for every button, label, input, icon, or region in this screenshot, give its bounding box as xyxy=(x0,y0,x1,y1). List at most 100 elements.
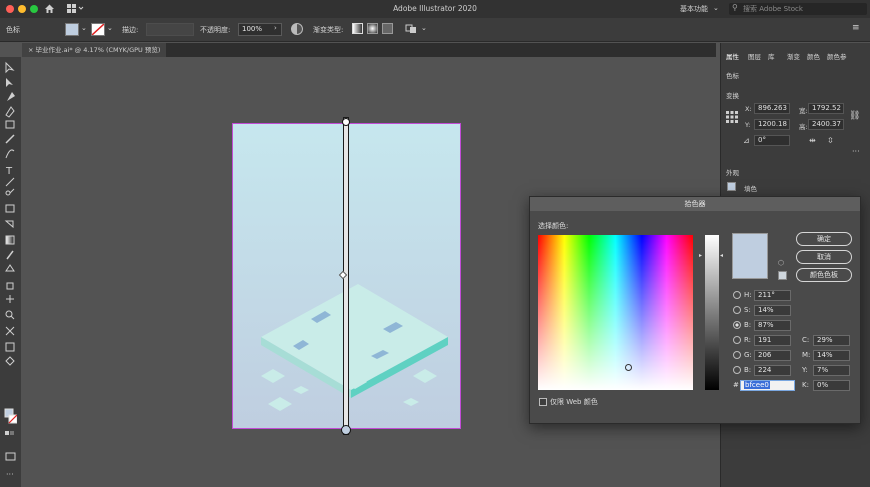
svg-text:···: ··· xyxy=(6,470,14,479)
recolor-icon[interactable] xyxy=(291,23,303,35)
fill-swatch[interactable] xyxy=(65,23,79,36)
brightness-label: B: xyxy=(744,321,752,329)
chevron-down-icon[interactable]: ⌄ xyxy=(107,24,113,32)
hue-radio[interactable] xyxy=(733,291,741,299)
select-color-label: 选择颜色: xyxy=(538,222,569,230)
w-label: 宽: xyxy=(799,107,808,115)
color-field-cursor[interactable] xyxy=(625,364,632,371)
tab-gradient[interactable]: 渐变 xyxy=(787,51,800,61)
close-window-button[interactable] xyxy=(6,5,14,13)
y-input[interactable]: 1200.18 xyxy=(754,119,790,130)
saturation-radio[interactable] xyxy=(733,306,741,314)
search-input[interactable]: 搜索 Adobe Stock xyxy=(743,4,803,14)
h-input[interactable]: 2400.37 xyxy=(808,119,844,130)
maximize-window-button[interactable] xyxy=(30,5,38,13)
cyan-input[interactable]: 29% xyxy=(813,335,850,346)
stroke-label: 描边: xyxy=(122,26,139,34)
flip-horizontal-icon[interactable]: ⇹ xyxy=(809,136,816,145)
radial-gradient-button[interactable] xyxy=(367,23,378,34)
w-input[interactable]: 1792.52 xyxy=(808,103,844,114)
saturation-input[interactable]: 14% xyxy=(754,305,791,316)
slider-left-arrow[interactable]: ▸ xyxy=(699,252,702,259)
red-radio[interactable] xyxy=(733,336,741,344)
gradient-end-handle[interactable] xyxy=(341,425,351,435)
blue-radio[interactable] xyxy=(733,366,741,374)
green-radio[interactable] xyxy=(733,351,741,359)
brightness-radio[interactable] xyxy=(733,321,741,329)
new-color-preview xyxy=(732,233,768,279)
yellow-label: Y: xyxy=(802,366,808,374)
gradient-start-handle[interactable] xyxy=(342,118,350,126)
black-input[interactable]: 0% xyxy=(813,380,850,391)
tab-properties[interactable]: 属性 xyxy=(726,51,739,61)
blue-input[interactable]: 224 xyxy=(754,365,791,376)
hex-label: # xyxy=(733,381,739,389)
red-row: R: xyxy=(733,334,751,346)
panel-tabs: 属性 图层 库 渐变 颜色 颜色参 xyxy=(721,49,870,63)
cancel-button[interactable]: 取消 xyxy=(796,250,852,264)
slider-right-arrow[interactable]: ◂ xyxy=(720,252,723,259)
control-bar: 色标 ⌄ ⌄ 描边: 不透明度: 100% › 渐变类型: ⌄ ≡ xyxy=(0,18,870,42)
document-tab[interactable]: × 毕业作业.ai* @ 4.17% (CMYK/GPU 预览) xyxy=(22,43,167,57)
magenta-input[interactable]: 14% xyxy=(813,350,850,361)
svg-text:T: T xyxy=(5,166,13,177)
blue-label: B: xyxy=(744,366,752,374)
link-proportions-icon[interactable]: ⛓ xyxy=(849,111,860,121)
saturation-row: S: xyxy=(733,304,751,316)
chevron-right-icon[interactable]: › xyxy=(274,24,277,32)
hex-selection: bfcee0 xyxy=(744,381,770,389)
flip-vertical-icon[interactable]: ⇳ xyxy=(827,136,834,145)
brightness-input[interactable]: 87% xyxy=(754,320,791,331)
minimize-window-button[interactable] xyxy=(18,5,26,13)
chevron-down-icon[interactable]: ⌄ xyxy=(713,4,719,12)
angle-input[interactable]: 0° xyxy=(754,135,790,146)
red-input[interactable]: 191 xyxy=(754,335,791,346)
arrange-icon[interactable] xyxy=(405,23,418,34)
saturation-label: S: xyxy=(744,306,751,314)
brightness-row: B: xyxy=(733,319,751,331)
green-input[interactable]: 206 xyxy=(754,350,791,361)
tab-libraries[interactable]: 库 xyxy=(768,51,775,61)
stock-search-box[interactable]: ⚲ 搜索 Adobe Stock xyxy=(729,3,867,15)
out-of-gamut-icon[interactable]: ⬡ xyxy=(778,259,784,267)
workspace-layout-icon[interactable] xyxy=(67,4,85,14)
workspace-switcher[interactable]: 基本功能 xyxy=(680,4,708,14)
search-icon: ⚲ xyxy=(732,3,738,12)
red-label: R: xyxy=(744,336,752,344)
blue-row: B: xyxy=(733,364,751,376)
web-only-checkbox[interactable] xyxy=(539,398,547,406)
web-safe-swatch[interactable] xyxy=(778,271,787,280)
ok-button[interactable]: 确定 xyxy=(796,232,852,246)
gradient-type-label: 渐变类型: xyxy=(313,26,344,34)
stroke-none-swatch[interactable] xyxy=(91,23,105,36)
hue-label: H: xyxy=(744,291,752,299)
x-input[interactable]: 896.263 xyxy=(754,103,790,114)
chevron-down-icon[interactable]: ⌄ xyxy=(421,24,427,32)
tab-color-guide[interactable]: 颜色参 xyxy=(827,51,847,61)
tab-color[interactable]: 颜色 xyxy=(807,51,820,61)
close-tab-icon[interactable]: × xyxy=(28,46,36,54)
menu-icon[interactable]: ≡ xyxy=(852,23,860,33)
title-bar: Adobe Illustrator 2020 基本功能 ⌄ ⚲ 搜索 Adobe… xyxy=(0,0,870,18)
stroke-weight-input[interactable] xyxy=(146,23,194,36)
reference-point-icon[interactable] xyxy=(726,111,738,123)
color-swatches-button[interactable]: 颜色色板 xyxy=(796,268,852,282)
more-options-icon[interactable]: ··· xyxy=(852,147,860,156)
home-icon[interactable] xyxy=(44,3,55,14)
hex-input[interactable]: bfcee0 xyxy=(740,380,795,391)
hue-input[interactable]: 211° xyxy=(754,290,791,301)
chevron-down-icon[interactable]: ⌄ xyxy=(81,24,87,32)
color-field[interactable] xyxy=(538,235,693,390)
x-label: X: xyxy=(745,105,752,113)
yellow-input[interactable]: 7% xyxy=(813,365,850,376)
linear-gradient-button[interactable] xyxy=(352,23,363,34)
green-label: G: xyxy=(744,351,752,359)
tab-layers[interactable]: 图层 xyxy=(748,51,761,61)
fill-swatch[interactable] xyxy=(727,182,736,191)
black-label: K: xyxy=(802,381,809,389)
value-slider[interactable] xyxy=(705,235,719,390)
hue-row: H: xyxy=(733,289,752,301)
opacity-label: 不透明度: xyxy=(200,26,231,34)
freeform-gradient-button[interactable] xyxy=(382,23,393,34)
section-transform-title: 变换 xyxy=(726,92,739,100)
